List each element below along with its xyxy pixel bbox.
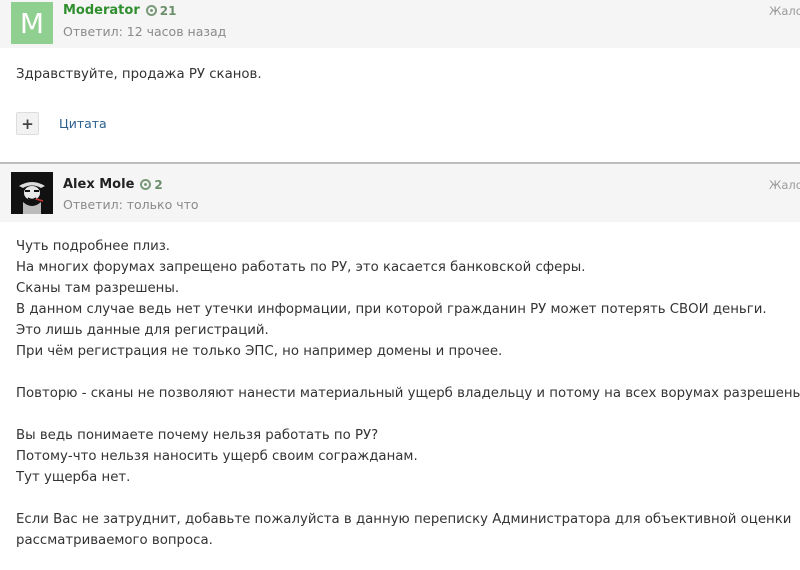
reputation-icon: [145, 5, 157, 16]
post-body: Чуть подробнее плиз. На многих форумах з…: [16, 236, 800, 551]
body-line: Тут ущерба нет.: [16, 470, 131, 485]
report-link[interactable]: Жало: [769, 4, 800, 18]
body-line: На многих форумах запрещено работать по …: [16, 260, 586, 275]
author-line: Alex Mole 2: [63, 177, 163, 192]
author-name[interactable]: Moderator: [63, 3, 140, 18]
avatar-image: [11, 172, 53, 214]
body-line: рассматриваемого вопроса.: [16, 533, 213, 548]
avatar[interactable]: [11, 172, 53, 214]
post-meta: Ответил: только что: [63, 197, 199, 212]
body-line: [16, 362, 800, 383]
quote-button[interactable]: Цитата: [59, 116, 107, 131]
reputation-count: 21: [159, 3, 177, 18]
body-line: Это лишь данные для регистраций.: [16, 323, 269, 338]
body-line: Чуть подробнее плиз.: [16, 239, 171, 254]
body-line: В данном случае ведь нет утечки информац…: [16, 302, 767, 317]
avatar-letter: M: [19, 6, 45, 40]
author-line: Moderator 21: [63, 3, 176, 18]
body-line: Если Вас не затруднит, добавьте пожалуйс…: [16, 512, 792, 527]
body-line: При чём регистрация не только ЭПС, но на…: [16, 344, 503, 359]
body-line: [16, 488, 800, 509]
report-link[interactable]: Жало: [769, 178, 800, 192]
body-line: Сканы там разрешены.: [16, 281, 180, 296]
post-body: Здравствуйте, продажа РУ сканов.: [16, 64, 800, 85]
reputation-icon: [140, 179, 152, 190]
body-line: Потому-что нельзя наносить ущерб своим с…: [16, 449, 418, 464]
post-header: [0, 164, 800, 222]
body-line: Здравствуйте, продажа РУ сканов.: [16, 67, 262, 82]
avatar[interactable]: M: [11, 2, 53, 44]
body-line: [16, 404, 800, 425]
plus-button[interactable]: +: [16, 112, 39, 135]
post-controls: + Цитата: [16, 112, 107, 135]
body-line: Повторю - сканы не позволяют нанести мат…: [16, 386, 800, 401]
reputation-count: 2: [154, 177, 163, 192]
post-meta: Ответил: 12 часов назад: [63, 24, 227, 39]
body-line: Вы ведь понимаете почему нельзя работать…: [16, 428, 379, 443]
author-name[interactable]: Alex Mole: [63, 177, 134, 192]
